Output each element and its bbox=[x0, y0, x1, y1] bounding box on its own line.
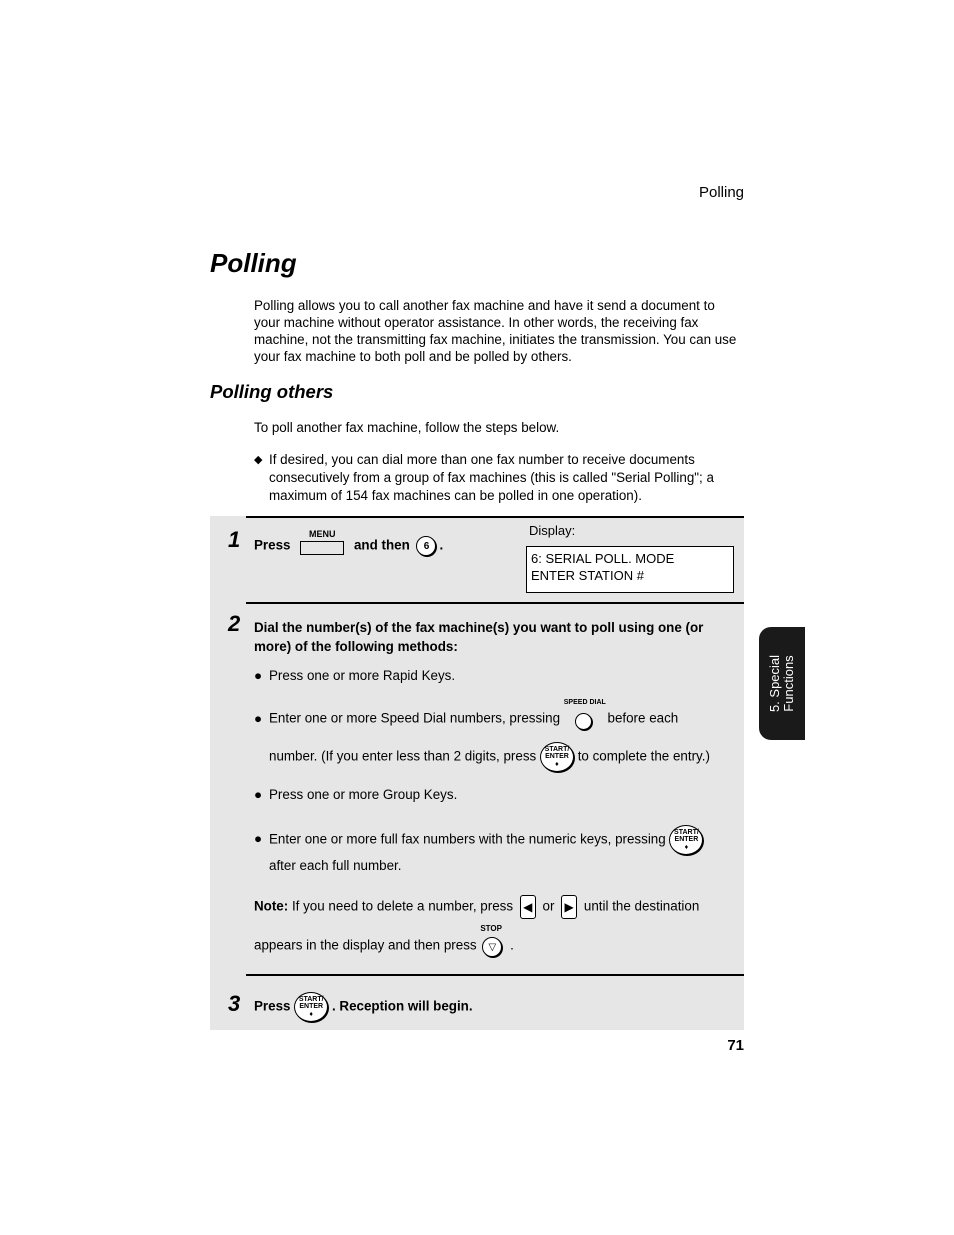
bullet-icon: ● bbox=[254, 831, 263, 846]
section-title: Polling others bbox=[210, 381, 334, 402]
step-number: 3 bbox=[228, 991, 241, 1016]
key-label: ENTER bbox=[674, 836, 699, 844]
page-number: 71 bbox=[727, 1037, 744, 1054]
method-text: Press one or more Rapid Keys. bbox=[269, 668, 456, 683]
key-label: START/ bbox=[544, 745, 570, 753]
speed-dial-key-icon: SPEED DIAL bbox=[564, 699, 606, 730]
diamond-bullet-icon: ◆ bbox=[254, 454, 263, 466]
text: to complete the entry.) bbox=[577, 748, 710, 764]
divider bbox=[246, 516, 744, 518]
start-enter-key-icon: START/ENTER ♦ bbox=[294, 992, 329, 1022]
text: . Reception will begin. bbox=[331, 998, 473, 1014]
step3-instruction: Press START/ENTER ♦ . Reception will begi… bbox=[254, 992, 473, 1022]
key-6-icon: 6 bbox=[416, 536, 437, 556]
text: or bbox=[542, 898, 555, 914]
page-title: Polling bbox=[210, 248, 297, 278]
serial-polling-note: ◆ If desired, you can dial more than one… bbox=[254, 451, 744, 505]
stop-key-icon: STOP ▽ bbox=[480, 924, 506, 957]
text: before each bbox=[607, 710, 679, 726]
note-cont: appears in the display and then press ST… bbox=[254, 924, 514, 957]
method-item: ● Enter one or more Speed Dial numbers, … bbox=[254, 699, 734, 730]
menu-key-icon: MENU bbox=[300, 529, 345, 555]
display-line-2: ENTER STATION # bbox=[531, 568, 644, 583]
stop-label: STOP bbox=[480, 924, 502, 933]
text: If you need to delete a number, press bbox=[291, 898, 514, 914]
key-symbol: ♦ bbox=[309, 1010, 313, 1018]
method-item: ● Press one or more Rapid Keys. bbox=[254, 668, 455, 683]
step-number: 1 bbox=[228, 527, 241, 552]
start-enter-key-icon: START/ENTER ♦ bbox=[669, 825, 704, 855]
note-label: Note: bbox=[254, 898, 289, 914]
method-item: ● Press one or more Group Keys. bbox=[254, 787, 457, 802]
bullet-icon: ● bbox=[254, 787, 263, 802]
key-label: START/ bbox=[298, 995, 324, 1003]
key-symbol: ♦ bbox=[684, 843, 689, 851]
running-header: Polling bbox=[698, 184, 744, 201]
note: Note: If you need to delete a number, pr… bbox=[254, 895, 699, 919]
step1-instruction: Press MENU and then 6. bbox=[254, 529, 444, 556]
start-enter-key-icon: START/ENTER ♦ bbox=[539, 742, 574, 772]
method-text: Enter one or more full fax numbers with … bbox=[269, 825, 734, 855]
method-item: ● Enter one or more full fax numbers wit… bbox=[254, 825, 734, 855]
speed-dial-label: SPEED DIAL bbox=[563, 699, 606, 706]
method-text-cont: number. (If you enter less than 2 digits… bbox=[269, 742, 710, 772]
press-text: Press bbox=[254, 537, 291, 553]
display-label: Display: bbox=[529, 523, 576, 538]
menu-key-label: MENU bbox=[308, 529, 336, 539]
press-text: Press bbox=[254, 998, 291, 1014]
step2-instruction: Dial the number(s) of the fax machine(s)… bbox=[254, 620, 704, 654]
serial-polling-text: If desired, you can dial more than one f… bbox=[269, 452, 714, 503]
step-number: 2 bbox=[228, 611, 241, 636]
key-label: ENTER bbox=[299, 1003, 324, 1011]
steps-panel: 1 Press MENU and then 6. Display: 6: SER… bbox=[210, 516, 744, 1030]
left-arrow-key-icon: ◀ bbox=[519, 895, 536, 919]
text: . bbox=[510, 937, 514, 953]
key-symbol: ♦ bbox=[555, 760, 559, 768]
divider bbox=[246, 974, 744, 976]
text: Enter one or more full fax numbers with … bbox=[269, 831, 666, 847]
key-label: ENTER bbox=[545, 753, 569, 761]
period: . bbox=[439, 537, 444, 553]
chapter-tab-line2: Functions bbox=[781, 655, 796, 712]
right-arrow-key-icon: ▶ bbox=[561, 895, 578, 919]
method-text: Enter one or more Speed Dial numbers, pr… bbox=[269, 699, 734, 730]
lcd-display: 6: SERIAL POLL. MODE ENTER STATION # bbox=[526, 546, 734, 593]
bullet-icon: ● bbox=[254, 711, 263, 726]
display-line-1: 6: SERIAL POLL. MODE bbox=[531, 551, 675, 566]
and-then-text: and then bbox=[353, 537, 410, 553]
text: number. (If you enter less than 2 digits… bbox=[269, 748, 537, 764]
key-label: START/ bbox=[674, 828, 699, 836]
chapter-tab[interactable]: 5. Special Functions bbox=[759, 627, 805, 740]
section-lead: To poll another fax machine, follow the … bbox=[254, 420, 560, 435]
text: until the destination bbox=[583, 898, 700, 914]
intro-paragraph: Polling allows you to call another fax m… bbox=[254, 298, 737, 364]
method-text-cont: after each full number. bbox=[269, 858, 402, 873]
divider bbox=[246, 602, 744, 604]
text: appears in the display and then press bbox=[254, 937, 477, 953]
bullet-icon: ● bbox=[254, 668, 263, 683]
text: Enter one or more Speed Dial numbers, pr… bbox=[269, 710, 561, 726]
method-text: Press one or more Group Keys. bbox=[269, 787, 458, 802]
chapter-tab-line1: 5. Special bbox=[767, 654, 782, 713]
